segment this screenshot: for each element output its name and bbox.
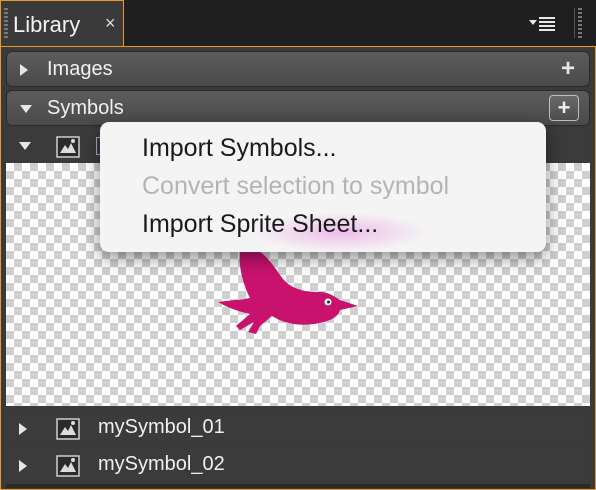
symbol-name: mySymbol_01 bbox=[98, 416, 225, 438]
close-icon[interactable]: × bbox=[105, 13, 116, 34]
triangle-down-icon[interactable] bbox=[18, 141, 32, 151]
triangle-down-icon[interactable] bbox=[19, 104, 33, 114]
symbol-icon bbox=[56, 455, 80, 477]
menu-item-convert-selection: Convert selection to symbol bbox=[142, 172, 450, 200]
context-menu: Import Symbols... Convert selection to s… bbox=[100, 122, 546, 252]
images-section-header[interactable]: Images + bbox=[6, 51, 590, 87]
triangle-right-icon[interactable] bbox=[18, 422, 28, 436]
symbol-icon bbox=[56, 418, 80, 440]
symbols-section-header[interactable]: Symbols + bbox=[6, 90, 590, 126]
menu-item-import-symbols[interactable]: Import Symbols... bbox=[142, 134, 337, 163]
symbol-row[interactable]: mySymbol_02 bbox=[6, 447, 590, 483]
symbol-icon bbox=[56, 136, 80, 158]
triangle-right-icon[interactable] bbox=[19, 63, 29, 77]
add-image-button[interactable]: + bbox=[561, 57, 575, 81]
symbol-row[interactable]: mySymbol_01 bbox=[6, 410, 590, 446]
images-section-title: Images bbox=[47, 58, 113, 80]
panel-tab-bar: Library × bbox=[0, 0, 596, 47]
triangle-right-icon[interactable] bbox=[18, 459, 28, 473]
panel-grip[interactable] bbox=[574, 8, 585, 38]
panel-menu-icon[interactable] bbox=[527, 14, 559, 32]
add-symbol-button[interactable]: + bbox=[549, 95, 579, 121]
menu-item-import-sprite-sheet[interactable]: Import Sprite Sheet... bbox=[142, 210, 378, 239]
library-tab-label: Library bbox=[13, 12, 81, 37]
symbol-name: mySymbol_02 bbox=[98, 453, 225, 475]
panel-bottom-edge bbox=[6, 484, 590, 488]
tab-grip[interactable] bbox=[4, 8, 8, 40]
library-tab[interactable]: Library × bbox=[0, 0, 124, 46]
symbols-section-title: Symbols bbox=[47, 97, 124, 119]
